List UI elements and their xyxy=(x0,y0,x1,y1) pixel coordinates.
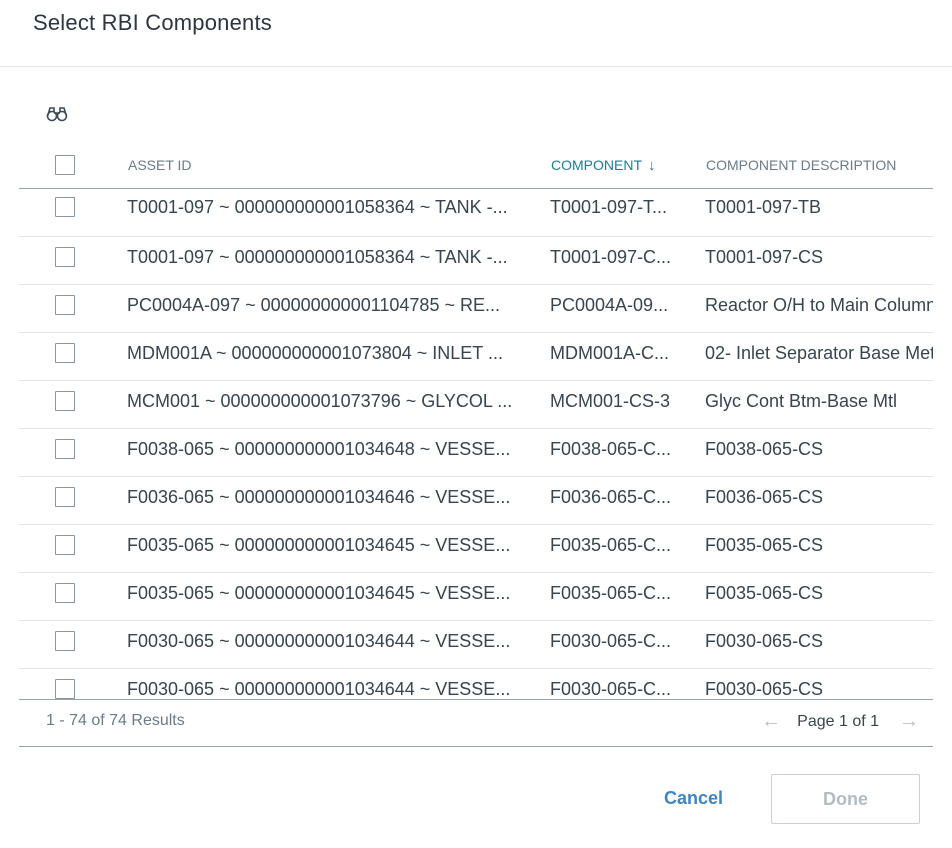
cell-component: F0038-065-C... xyxy=(550,439,672,459)
cell-component: T0001-097-T... xyxy=(550,197,668,217)
table-row[interactable]: F0038-065 ~ 000000000001034648 ~ VESSE..… xyxy=(19,429,933,477)
results-count: 1 - 74 of 74 Results xyxy=(46,712,185,729)
table-row[interactable]: F0035-065 ~ 000000000001034645 ~ VESSE..… xyxy=(19,525,933,573)
cell-component-description: F0035-065-CS xyxy=(705,535,824,555)
row-checkbox[interactable] xyxy=(55,679,75,699)
cell-component-description: T0001-097-CS xyxy=(705,247,824,267)
cell-asset-id: F0030-065 ~ 000000000001034644 ~ VESSE..… xyxy=(127,631,511,651)
row-checkbox[interactable] xyxy=(55,535,75,555)
cell-component-description: F0038-065-CS xyxy=(705,439,824,459)
row-checkbox[interactable] xyxy=(55,343,75,363)
table-row[interactable]: T0001-097 ~ 000000000001058364 ~ TANK -.… xyxy=(19,237,933,285)
row-checkbox[interactable] xyxy=(55,631,75,651)
table-row[interactable]: T0001-097 ~ 000000000001058364 ~ TANK -.… xyxy=(19,189,933,237)
grid-footer: 1 - 74 of 74 Results ← Page 1 of 1 → xyxy=(19,699,933,747)
cell-component: F0030-065-C... xyxy=(550,631,672,651)
row-checkbox[interactable] xyxy=(55,583,75,603)
cell-asset-id: MDM001A ~ 000000000001073804 ~ INLET ... xyxy=(127,343,503,363)
row-checkbox[interactable] xyxy=(55,295,75,315)
table-row[interactable]: F0035-065 ~ 000000000001034645 ~ VESSE..… xyxy=(19,573,933,621)
cell-asset-id: PC0004A-097 ~ 000000000001104785 ~ RE... xyxy=(127,295,500,315)
table-row[interactable]: F0030-065 ~ 000000000001034644 ~ VESSE..… xyxy=(19,669,933,699)
search-button[interactable] xyxy=(45,103,69,125)
components-grid: ASSET ID COMPONENT ↓ COMPONENT DESCRIPTIO… xyxy=(19,140,933,747)
cell-asset-id: T0001-097 ~ 000000000001058364 ~ TANK -.… xyxy=(127,197,508,217)
cell-component-description: F0036-065-CS xyxy=(705,487,824,507)
column-header-asset-id[interactable]: ASSET ID xyxy=(128,157,192,173)
column-header-component-label: COMPONENT xyxy=(551,157,642,173)
cell-component: F0035-065-C... xyxy=(550,535,672,555)
cell-component: MDM001A-C... xyxy=(550,343,670,363)
pager: ← Page 1 of 1 → xyxy=(761,710,919,733)
sort-descending-icon: ↓ xyxy=(648,157,656,174)
row-checkbox[interactable] xyxy=(55,391,75,411)
cell-asset-id: MCM001 ~ 000000000001073796 ~ GLYCOL ... xyxy=(127,391,513,411)
grid-header: ASSET ID COMPONENT ↓ COMPONENT DESCRIPTIO… xyxy=(19,140,933,189)
done-button[interactable]: Done xyxy=(771,774,920,824)
table-row[interactable]: F0030-065 ~ 000000000001034644 ~ VESSE..… xyxy=(19,621,933,669)
cell-component: MCM001-CS-3 xyxy=(550,391,671,411)
binoculars-icon xyxy=(46,107,68,122)
cell-asset-id: F0035-065 ~ 000000000001034645 ~ VESSE..… xyxy=(127,583,511,603)
grid-body[interactable]: T0001-097 ~ 000000000001058364 ~ TANK -.… xyxy=(19,189,933,699)
arrow-right-icon[interactable]: → xyxy=(899,710,919,733)
cell-component: F0030-065-C... xyxy=(550,679,672,699)
column-header-component[interactable]: COMPONENT ↓ xyxy=(551,157,656,174)
cell-component: PC0004A-09... xyxy=(550,295,669,315)
table-row[interactable]: PC0004A-097 ~ 000000000001104785 ~ RE...… xyxy=(19,285,933,333)
cell-asset-id: T0001-097 ~ 000000000001058364 ~ TANK -.… xyxy=(127,247,508,267)
row-checkbox[interactable] xyxy=(55,439,75,459)
table-row[interactable]: MDM001A ~ 000000000001073804 ~ INLET ...… xyxy=(19,333,933,381)
row-checkbox[interactable] xyxy=(55,247,75,267)
arrow-left-icon[interactable]: ← xyxy=(761,710,781,733)
cell-component-description: Glyc Cont Btm-Base Mtl xyxy=(705,391,898,411)
cancel-button[interactable]: Cancel xyxy=(664,788,723,809)
cell-component: T0001-097-C... xyxy=(550,247,672,267)
table-row[interactable]: MCM001 ~ 000000000001073796 ~ GLYCOL ...… xyxy=(19,381,933,429)
cell-asset-id: F0036-065 ~ 000000000001034646 ~ VESSE..… xyxy=(127,487,511,507)
row-checkbox[interactable] xyxy=(55,487,75,507)
column-header-component-description[interactable]: COMPONENT DESCRIPTION xyxy=(706,157,896,173)
page-indicator: Page 1 of 1 xyxy=(797,712,879,730)
cell-component: F0036-065-C... xyxy=(550,487,672,507)
select-all-checkbox[interactable] xyxy=(55,155,75,175)
cell-component-description: F0030-065-CS xyxy=(705,631,824,651)
cell-component-description: T0001-097-TB xyxy=(705,197,822,217)
cell-asset-id: F0038-065 ~ 000000000001034648 ~ VESSE..… xyxy=(127,439,511,459)
cell-component-description: F0030-065-CS xyxy=(705,679,824,699)
row-checkbox[interactable] xyxy=(55,197,75,217)
cell-asset-id: F0030-065 ~ 000000000001034644 ~ VESSE..… xyxy=(127,679,511,699)
table-row[interactable]: F0036-065 ~ 000000000001034646 ~ VESSE..… xyxy=(19,477,933,525)
cell-component-description: F0035-065-CS xyxy=(705,583,824,603)
cell-component-description: 02- Inlet Separator Base Metal xyxy=(705,343,933,363)
cell-component-description: Reactor O/H to Main Column xyxy=(705,295,933,315)
title-divider xyxy=(0,66,952,67)
cell-asset-id: F0035-065 ~ 000000000001034645 ~ VESSE..… xyxy=(127,535,511,555)
cell-component: F0035-065-C... xyxy=(550,583,672,603)
dialog-title: Select RBI Components xyxy=(33,10,272,35)
